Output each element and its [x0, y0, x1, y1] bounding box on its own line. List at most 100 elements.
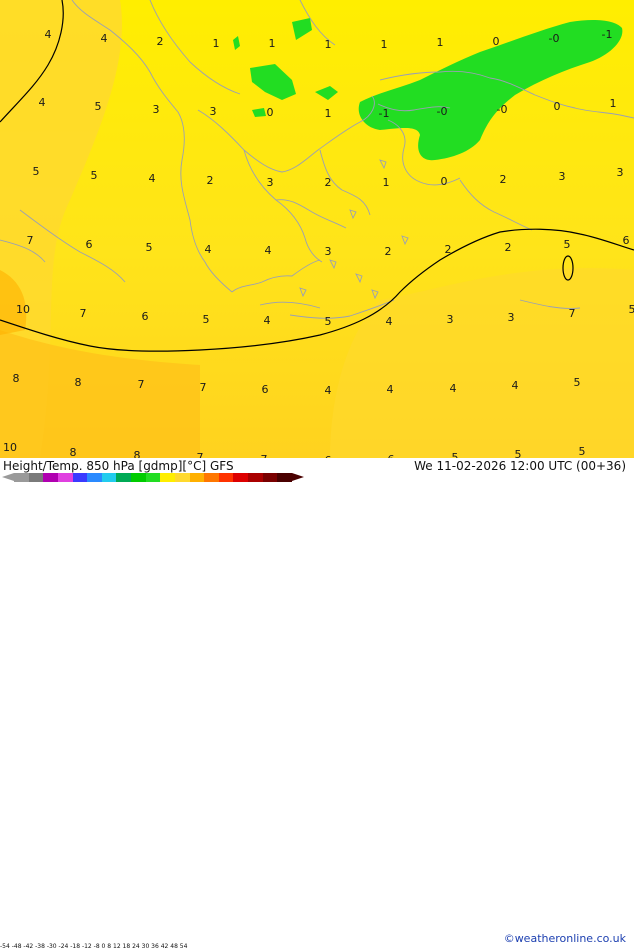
contour-value-label: 5 — [95, 100, 102, 113]
contour-value-label: 5 — [33, 165, 40, 178]
contour-value-label: 6 — [262, 383, 269, 396]
color-scale-swatch — [248, 473, 263, 482]
contour-value-label: 6 — [142, 310, 149, 323]
contour-value-label: 1 — [213, 37, 220, 50]
contour-value-label: 7 — [27, 234, 34, 247]
contour-value-label: 7 — [197, 451, 204, 458]
scale-left-arrow — [2, 473, 14, 481]
contour-value-label: 5 — [91, 169, 98, 182]
contour-value-label: 6 — [623, 234, 630, 247]
footer: Height/Temp. 850 hPa [gdmp][°C] GFS We 1… — [0, 458, 634, 490]
contour-value-label: 2 — [500, 173, 507, 186]
color-scale-swatch — [102, 473, 117, 482]
color-scale-ticks: -54 -48 -42 -38 -30 -24 -18 -12 -8 0 8 1… — [0, 943, 187, 950]
contour-value-label: 3 — [447, 313, 454, 326]
contour-value-label: 4 — [325, 384, 332, 397]
color-scale-swatch — [131, 473, 146, 482]
contour-value-label: 7 — [200, 381, 207, 394]
contour-value-label: 2 — [325, 176, 332, 189]
contour-value-label: 5 — [452, 451, 459, 458]
color-scale-swatch — [263, 473, 278, 482]
contour-value-label: 8 — [75, 376, 82, 389]
contour-value-label: 5 — [325, 315, 332, 328]
contour-value-label: 1 — [381, 38, 388, 51]
contour-value-label: 10 — [3, 441, 17, 454]
contour-value-label: 4 — [45, 28, 52, 41]
contour-value-label: -0 — [549, 32, 560, 45]
contour-value-label: 10 — [16, 303, 30, 316]
credit-link[interactable]: ©weatheronline.co.uk — [504, 932, 626, 945]
contour-value-label: 4 — [387, 383, 394, 396]
contour-value-label: 1 — [325, 107, 332, 120]
contour-value-label: 7 — [569, 307, 576, 320]
contour-value-label: 4 — [149, 172, 156, 185]
valid-datetime: We 11-02-2026 12:00 UTC (00+36) — [414, 459, 626, 473]
contour-value-label: 5 — [146, 241, 153, 254]
contour-value-label: -0 — [497, 103, 508, 116]
contour-value-label: 2 — [207, 174, 214, 187]
contour-value-label: 4 — [205, 243, 212, 256]
color-scale-swatch — [116, 473, 131, 482]
contour-value-label: 2 — [385, 245, 392, 258]
color-scale-swatch — [277, 473, 292, 482]
contour-value-label: 3 — [617, 166, 624, 179]
contour-value-label: 0 — [441, 175, 448, 188]
contour-value-label: 2 — [505, 241, 512, 254]
color-scale-swatch — [160, 473, 175, 482]
contour-value-label: 4 — [264, 314, 271, 327]
color-scale-swatch — [233, 473, 248, 482]
contour-value-label: 3 — [325, 245, 332, 258]
contour-value-label: 3 — [559, 170, 566, 183]
contour-value-label: 7 — [80, 307, 87, 320]
contour-value-label: 5 — [515, 448, 522, 458]
contour-value-label: 0 — [267, 106, 274, 119]
color-scale-swatch — [14, 473, 29, 482]
contour-value-label: 8 — [134, 449, 141, 458]
contour-value-label: 4 — [101, 32, 108, 45]
contour-value-label: 5 — [564, 238, 571, 251]
contour-value-label: 1 — [269, 37, 276, 50]
contour-value-label: 0 — [554, 100, 561, 113]
contour-value-label: 2 — [157, 35, 164, 48]
contour-value-label: -0 — [437, 105, 448, 118]
contour-value-label: 5 — [579, 445, 586, 458]
contour-value-label: 3 — [210, 105, 217, 118]
color-scale-swatch — [87, 473, 102, 482]
contour-value-label: 3 — [508, 311, 515, 324]
contour-value-label: 4 — [39, 96, 46, 109]
color-scale-swatch — [73, 473, 88, 482]
contour-value-label: 6 — [86, 238, 93, 251]
contour-value-label: 5 — [203, 313, 210, 326]
map-canvas: 442111110-0-1453301-1-0-0015542321023376… — [0, 0, 634, 458]
color-scale-swatch — [204, 473, 219, 482]
weather-map: 442111110-0-1453301-1-0-0015542321023376… — [0, 0, 634, 458]
color-scale-swatch — [43, 473, 58, 482]
color-scale — [14, 473, 292, 482]
chart-title: Height/Temp. 850 hPa [gdmp][°C] GFS — [3, 459, 234, 473]
contour-value-label: 2 — [445, 243, 452, 256]
color-scale-swatch — [29, 473, 44, 482]
color-scale-swatch — [146, 473, 161, 482]
color-scale-swatch — [58, 473, 73, 482]
contour-value-label: 1 — [325, 38, 332, 51]
color-scale-swatch — [175, 473, 190, 482]
contour-value-label: 0 — [493, 35, 500, 48]
contour-value-label: 1 — [437, 36, 444, 49]
color-scale-swatch — [190, 473, 205, 482]
color-scale-swatch — [219, 473, 234, 482]
contour-value-label: 4 — [512, 379, 519, 392]
contour-value-label: 8 — [70, 446, 77, 458]
contour-value-label: 3 — [267, 176, 274, 189]
contour-value-label: 8 — [13, 372, 20, 385]
contour-value-label: 4 — [386, 315, 393, 328]
contour-value-label: 7 — [138, 378, 145, 391]
contour-value-label: 5 — [574, 376, 581, 389]
contour-value-label: -1 — [602, 28, 613, 41]
contour-value-label: 1 — [610, 97, 617, 110]
contour-value-label: 5 — [629, 303, 634, 316]
contour-value-label: 4 — [450, 382, 457, 395]
contour-value-label: 1 — [383, 176, 390, 189]
contour-value-label: 3 — [153, 103, 160, 116]
contour-value-label: -1 — [379, 107, 390, 120]
contour-value-label: 4 — [265, 244, 272, 257]
